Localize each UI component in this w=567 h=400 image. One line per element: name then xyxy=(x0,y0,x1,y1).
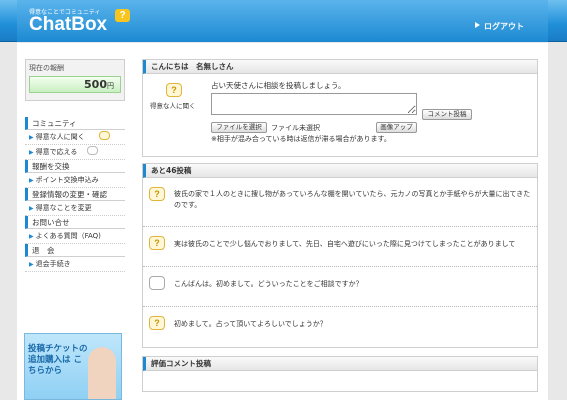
logo-question-icon: ? xyxy=(115,9,130,22)
post-form: ? 得意な人に聞く 占い天使さんに相談を投稿しましょう。 コメント投稿 ファイル… xyxy=(143,74,537,156)
question-icon: ? xyxy=(166,83,182,97)
reward-value: 500円 xyxy=(29,76,121,93)
post-intro: 占い天使さんに相談を投稿しましょう。 xyxy=(211,81,346,90)
posts-panel: あと46投稿 ? 彼氏の家で１人のときに捜し物があっていろんな棚を開いていたら、… xyxy=(142,163,538,348)
question-bubble-icon xyxy=(99,131,110,140)
reward-amount: 500 xyxy=(84,78,107,91)
chatbox-logo[interactable]: ChatBox xyxy=(29,14,107,36)
arrow-icon: ▶ xyxy=(29,134,34,141)
arrow-icon: ▶ xyxy=(29,205,34,212)
nav-item-label: ポイント交換申込み xyxy=(35,176,99,184)
question-icon: ? xyxy=(149,187,165,201)
sidebar: 現在の報酬 500円 コミュニティ ▶ 得意な人に聞く ▶ 得意で応える 報酬を交換… xyxy=(25,59,125,272)
arrow-icon: ▶ xyxy=(29,149,34,156)
nav-heading-exchange: 報酬を交換 xyxy=(25,160,125,173)
page-body: 現在の報酬 500円 コミュニティ ▶ 得意な人に聞く ▶ 得意で応える 報酬を交換… xyxy=(17,43,548,400)
sidebar-nav: コミュニティ ▶ 得意な人に聞く ▶ 得意で応える 報酬を交換 ▶ ポイント交換申込み… xyxy=(25,117,125,272)
greeting-panel: こんにちは 名無しさん ? 得意な人に聞く 占い天使さんに相談を投稿しましょう。… xyxy=(142,59,538,157)
nav-item-withdraw[interactable]: ▶ 退会手続き xyxy=(25,257,125,272)
header-inner: 得意なことでコミュニティ ChatBox ? ログアウト xyxy=(17,0,548,42)
reward-unit: 円 xyxy=(107,82,114,90)
banner-text: 投稿チケットの追加購入は こちらから xyxy=(28,344,88,376)
ticket-purchase-banner[interactable]: 投稿チケットの追加購入は こちらから xyxy=(24,333,122,400)
nav-heading-community: コミュニティ xyxy=(25,117,125,130)
nav-item-label: 退会手続き xyxy=(35,260,71,268)
nav-item-answer[interactable]: ▶ 得意で応える xyxy=(25,145,125,160)
post-text: 初めまして。占って頂いてよろしいでしょうか？ xyxy=(174,320,327,328)
file-select-button[interactable]: ファイルを選択 xyxy=(211,122,267,133)
ask-label: 得意な人に聞く xyxy=(150,102,196,110)
nav-item-ask[interactable]: ▶ 得意な人に聞く xyxy=(25,130,125,145)
comment-bubble-icon xyxy=(87,146,98,155)
eval-panel: 評価コメント投稿 xyxy=(142,356,538,392)
question-icon: ? xyxy=(149,236,165,250)
post-textarea[interactable] xyxy=(211,93,417,115)
logout-arrow-icon xyxy=(475,22,480,28)
comment-submit-button[interactable]: コメント投稿 xyxy=(422,109,472,120)
reward-box: 現在の報酬 500円 xyxy=(25,59,125,101)
nav-heading-contact: お問い合せ xyxy=(25,216,125,229)
arrow-icon: ▶ xyxy=(29,177,34,184)
post-row: こんばんは。初めまして。どういったことをご相談ですか？ xyxy=(143,267,537,307)
post-text: 彼氏の家で１人のときに捜し物があっていろんな棚を開いていたら、元カノの写真とか手… xyxy=(174,190,531,209)
nav-item-label: 得意な人に聞く xyxy=(35,133,85,141)
nav-heading-registration: 登録情報の変更・確認 xyxy=(25,188,125,201)
nav-item-point-exchange[interactable]: ▶ ポイント交換申込み xyxy=(25,173,125,188)
question-icon: ? xyxy=(149,316,165,330)
busy-note: ※相手が混み合っている時は返信が滞る場合があります。 xyxy=(211,135,391,143)
main-content: こんにちは 名無しさん ? 得意な人に聞く 占い天使さんに相談を投稿しましょう。… xyxy=(142,59,538,392)
arrow-icon: ▶ xyxy=(29,261,34,268)
greeting-title: こんにちは 名無しさん xyxy=(143,60,537,74)
nav-item-label: よくある質問（FAQ) xyxy=(35,232,101,240)
post-text: 実は彼氏のことで少し悩んでおりまして、先日、自宅へ遊びにいった際に見つけてしまっ… xyxy=(174,240,516,248)
post-row: ? 実は彼氏のことで少し悩んでおりまして、先日、自宅へ遊びにいった際に見つけてし… xyxy=(143,227,537,267)
post-row: ? 彼氏の家で１人のときに捜し物があっていろんな棚を開いていたら、元カノの写真と… xyxy=(143,178,537,227)
reward-title: 現在の報酬 xyxy=(29,64,64,72)
post-text: こんばんは。初めまして。どういったことをご相談ですか？ xyxy=(174,280,363,288)
file-status: ファイル未選択 xyxy=(271,124,320,132)
nav-item-label: 得意なことを変更 xyxy=(35,204,92,212)
eval-input-area[interactable] xyxy=(143,371,537,391)
header: 得意なことでコミュニティ ChatBox ? ログアウト xyxy=(0,0,567,42)
posts-remaining-title: あと46投稿 xyxy=(143,164,537,178)
nav-item-change-skill[interactable]: ▶ 得意なことを変更 xyxy=(25,201,125,216)
arrow-icon: ▶ xyxy=(29,233,34,240)
comment-icon xyxy=(149,276,165,290)
nav-item-faq[interactable]: ▶ よくある質問（FAQ) xyxy=(25,229,125,244)
nav-heading-withdraw: 退 会 xyxy=(25,244,125,257)
logout-link[interactable]: ログアウト xyxy=(484,21,524,32)
nav-item-label: 得意で応える xyxy=(35,148,78,156)
image-upload-button[interactable]: 画像アップ xyxy=(376,122,417,133)
banner-person-image xyxy=(88,347,116,399)
eval-title: 評価コメント投稿 xyxy=(143,357,537,371)
post-row: ? 初めまして。占って頂いてよろしいでしょうか？ xyxy=(143,307,537,347)
